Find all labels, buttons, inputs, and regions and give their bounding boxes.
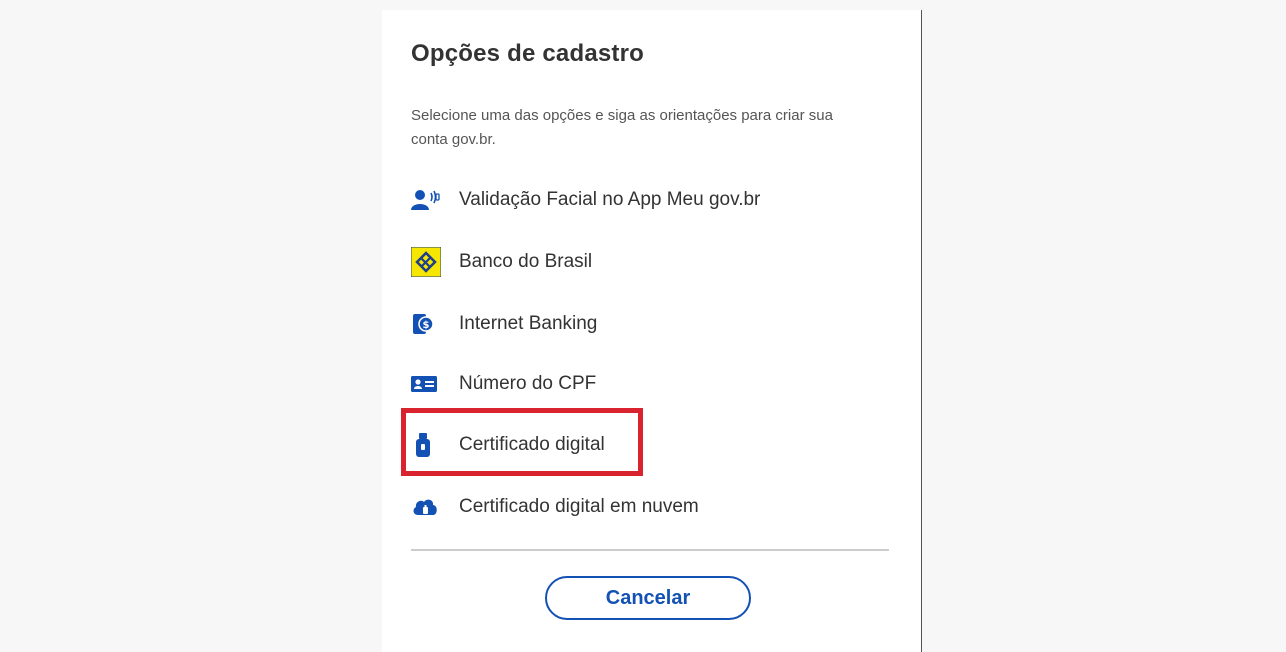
dialog-subtitle: Selecione uma das opções e siga as orien… bbox=[411, 107, 833, 148]
option-banco-do-brasil[interactable]: Banco do Brasil bbox=[411, 245, 592, 279]
option-label: Banco do Brasil bbox=[459, 251, 593, 272]
option-label: Validação Facial no App Meu gov.br bbox=[459, 189, 761, 210]
option-label: Certificado digital em nuvem bbox=[459, 496, 699, 517]
internet-banking-icon: $ bbox=[411, 309, 441, 339]
option-facial-validation[interactable]: Validação Facial no App Meu gov.br bbox=[411, 183, 760, 217]
id-card-icon bbox=[411, 369, 441, 399]
option-cpf-number[interactable]: Número do CPF bbox=[411, 367, 596, 401]
option-label: Internet Banking bbox=[459, 313, 598, 334]
svg-text:$: $ bbox=[423, 320, 430, 331]
cancel-button[interactable]: Cancelar bbox=[545, 576, 751, 620]
option-cloud-certificate[interactable]: Certificado digital em nuvem bbox=[411, 490, 699, 524]
face-validation-icon bbox=[411, 185, 441, 215]
divider bbox=[411, 549, 889, 551]
dialog-title: Opções de cadastro bbox=[411, 40, 645, 67]
banco-do-brasil-logo-icon bbox=[411, 247, 441, 277]
option-internet-banking[interactable]: $ Internet Banking bbox=[411, 307, 597, 341]
option-label: Número do CPF bbox=[459, 373, 597, 394]
cloud-certificate-icon bbox=[411, 492, 441, 522]
page-background: Opções de cadastro Selecione uma das opç… bbox=[0, 0, 1286, 652]
registration-options-dialog: Opções de cadastro Selecione uma das opç… bbox=[382, 10, 922, 652]
highlight-box bbox=[401, 408, 643, 476]
